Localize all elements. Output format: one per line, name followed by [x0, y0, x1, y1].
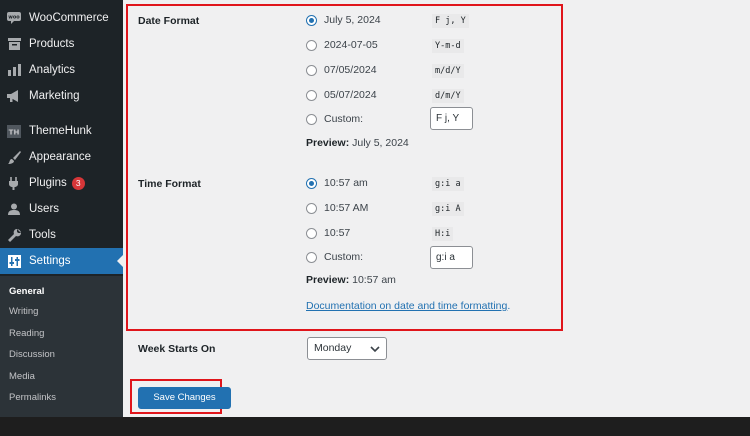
time-format-custom-option[interactable]: Custom:: [306, 249, 363, 265]
radio-button[interactable]: [306, 202, 317, 214]
format-code: H:i: [432, 227, 454, 241]
time-format-option[interactable]: 10:57: [306, 225, 350, 241]
date-format-option[interactable]: 05/07/2024: [306, 87, 377, 103]
radio-label: Custom:: [324, 251, 364, 263]
radio-label: 10:57: [324, 227, 351, 239]
plug-icon: [7, 176, 21, 190]
radio-button[interactable]: [306, 177, 317, 189]
sidebar-item-label: Marketing: [29, 90, 80, 102]
radio-label: 10:57 AM: [324, 202, 369, 214]
sidebar-item-label: Tools: [29, 229, 56, 241]
submenu-item-writing[interactable]: Writing: [9, 306, 38, 317]
sidebar-item-label: ThemeHunk: [29, 125, 92, 137]
format-code: g:i A: [432, 202, 464, 216]
woocommerce-icon: woo: [7, 11, 21, 25]
sidebar-item-label: Plugins: [29, 177, 67, 189]
radio-button[interactable]: [306, 64, 317, 76]
submenu-item-general[interactable]: General: [9, 286, 44, 297]
admin-sidebar: woo WooCommerce Products Analytics Marke…: [0, 0, 123, 417]
date-format-option[interactable]: 2024-07-05: [306, 37, 378, 53]
paintbrush-icon: [7, 150, 21, 164]
format-code: F j, Y: [432, 14, 469, 28]
format-code: d/m/Y: [432, 89, 464, 103]
settings-icon: [7, 254, 21, 268]
time-format-custom-input[interactable]: g:i a: [430, 246, 473, 269]
time-format-option[interactable]: 10:57 AM: [306, 200, 368, 216]
preview-value: 10:57 am: [352, 274, 396, 286]
date-format-option[interactable]: 07/05/2024: [306, 62, 377, 78]
sidebar-item-woocommerce[interactable]: woo WooCommerce: [0, 5, 123, 31]
format-code: m/d/Y: [432, 64, 464, 78]
sidebar-item-marketing[interactable]: Marketing: [0, 83, 123, 109]
wrench-icon: [7, 228, 21, 242]
preview-label: Preview:: [306, 137, 350, 149]
week-starts-label: Week Starts On: [138, 343, 216, 355]
radio-label: 10:57 am: [324, 177, 368, 189]
plugins-update-badge: 3: [71, 176, 85, 190]
sidebar-item-tools[interactable]: Tools: [0, 222, 123, 248]
user-icon: [7, 202, 21, 216]
submenu-item-reading[interactable]: Reading: [9, 328, 44, 339]
select-value: Monday: [314, 342, 352, 354]
sidebar-item-label: Analytics: [29, 64, 76, 76]
sidebar-item-label: Settings: [29, 255, 71, 267]
sidebar-item-analytics[interactable]: Analytics: [0, 57, 123, 83]
sidebar-item-products[interactable]: Products: [0, 31, 123, 57]
settings-submenu: General Writing Reading Discussion Media…: [0, 276, 123, 417]
time-format-preview: Preview: 10:57 am: [306, 274, 396, 286]
documentation-link-row: Documentation on date and time formattin…: [306, 300, 510, 312]
preview-value: July 5, 2024: [352, 137, 409, 149]
time-format-label: Time Format: [138, 178, 201, 190]
format-code: Y-m-d: [432, 39, 464, 53]
submenu-item-media[interactable]: Media: [9, 371, 35, 382]
radio-label: Custom:: [324, 113, 364, 125]
time-format-option[interactable]: 10:57 am: [306, 175, 368, 191]
sidebar-item-label: Products: [29, 38, 75, 50]
radio-button[interactable]: [306, 113, 317, 125]
settings-main-content: Date Format July 5, 2024 F j, Y 2024-07-…: [123, 0, 750, 417]
save-changes-button[interactable]: Save Changes: [138, 387, 231, 409]
radio-label: 05/07/2024: [324, 89, 377, 101]
date-format-custom-input[interactable]: F j, Y: [430, 107, 473, 130]
themehunk-icon: TH: [7, 124, 21, 138]
submenu-item-discussion[interactable]: Discussion: [9, 349, 55, 360]
sidebar-item-users[interactable]: Users: [0, 196, 123, 222]
sidebar-item-themehunk[interactable]: TH ThemeHunk: [0, 118, 123, 144]
sidebar-item-appearance[interactable]: Appearance: [0, 144, 123, 170]
date-format-custom-option[interactable]: Custom:: [306, 111, 363, 127]
format-code: g:i a: [432, 177, 464, 191]
submenu-item-permalinks[interactable]: Permalinks: [9, 392, 56, 403]
date-format-option[interactable]: July 5, 2024: [306, 12, 381, 28]
week-starts-select[interactable]: Monday: [307, 337, 387, 360]
link-suffix: .: [507, 300, 511, 312]
date-time-documentation-link[interactable]: Documentation on date and time formattin…: [306, 300, 507, 312]
sidebar-item-label: WooCommerce: [29, 12, 109, 24]
radio-label: 2024-07-05: [324, 39, 378, 51]
bar-chart-icon: [7, 63, 21, 77]
bottom-bar: [0, 417, 750, 436]
sidebar-item-label: Appearance: [29, 151, 92, 163]
svg-text:TH: TH: [9, 128, 20, 136]
archive-icon: [7, 37, 21, 51]
chevron-down-icon: [370, 342, 380, 363]
sidebar-item-settings[interactable]: Settings: [0, 248, 123, 274]
radio-label: 07/05/2024: [324, 64, 377, 76]
preview-label: Preview:: [306, 274, 350, 286]
radio-button[interactable]: [306, 14, 317, 26]
sidebar-item-label: Users: [29, 203, 60, 215]
date-format-preview: Preview: July 5, 2024: [306, 137, 409, 149]
svg-text:woo: woo: [8, 15, 20, 21]
sidebar-item-plugins[interactable]: Plugins 3: [0, 170, 123, 196]
radio-button[interactable]: [306, 89, 317, 101]
radio-button[interactable]: [306, 39, 317, 51]
radio-button[interactable]: [306, 227, 317, 239]
date-format-label: Date Format: [138, 15, 200, 27]
megaphone-icon: [7, 89, 21, 103]
radio-button[interactable]: [306, 251, 317, 263]
radio-label: July 5, 2024: [324, 14, 381, 26]
